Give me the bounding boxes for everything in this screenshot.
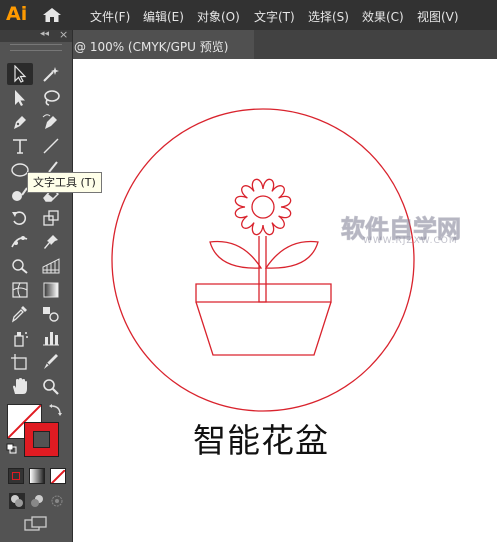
swap-fill-stroke-icon[interactable]	[48, 404, 64, 418]
gradient-tool[interactable]	[38, 279, 64, 301]
hand-tool[interactable]	[7, 375, 33, 397]
magic-wand-tool[interactable]	[38, 63, 64, 85]
menu-view[interactable]: 视图(V)	[417, 8, 459, 25]
artwork-strokes	[111, 108, 415, 412]
pot-body	[195, 301, 332, 356]
document-tab[interactable]: @ 100% (CMYK/GPU 预览)	[72, 30, 254, 59]
curvature-pen-icon	[42, 114, 57, 129]
menu-select[interactable]: 选择(S)	[308, 8, 349, 25]
scale-tool[interactable]	[38, 207, 64, 229]
screen-mode-icon[interactable]	[24, 516, 48, 532]
panel-grip[interactable]	[10, 44, 62, 51]
artboard-icon	[11, 354, 27, 370]
rotate-icon	[12, 211, 27, 225]
symbol-sprayer-tool[interactable]	[7, 327, 33, 349]
zoom-tool[interactable]	[38, 375, 64, 397]
eyedropper-icon	[11, 306, 27, 323]
slice-knife-icon	[44, 354, 58, 369]
direct-selection-tool[interactable]	[7, 87, 33, 109]
puppet-warp-tool[interactable]	[7, 231, 33, 253]
menu-object[interactable]: 对象(O)	[197, 8, 240, 25]
watermark-url: WWW.RJZXW.COM	[363, 236, 458, 246]
slice-tool[interactable]	[38, 351, 64, 373]
artboard-canvas[interactable]: 软件自学网 WWW.RJZXW.COM	[73, 59, 497, 542]
lasso-tool[interactable]	[38, 87, 64, 109]
flower-stem	[258, 236, 267, 303]
curvature-tool[interactable]	[38, 111, 64, 133]
flower-pot-illustration[interactable]	[73, 59, 497, 542]
artwork-title-text[interactable]: 智能花盆	[193, 414, 329, 462]
draw-normal-icon[interactable]	[9, 493, 25, 509]
gradient-mode-button[interactable]	[29, 468, 45, 484]
menu-effect[interactable]: 效果(C)	[362, 8, 404, 25]
symbol-sprayer-icon	[14, 332, 28, 347]
menu-bar: Ai 文件(F) 编辑(E) 对象(O) 文字(T) 选择(S) 效果(C) 视…	[0, 0, 497, 30]
selection-tool[interactable]	[7, 63, 33, 85]
line-segment-icon	[43, 138, 59, 154]
mesh-tool[interactable]	[7, 279, 33, 301]
menu-edit[interactable]: 编辑(E)	[143, 8, 184, 25]
column-graph-tool[interactable]	[38, 327, 64, 349]
app-logo: Ai	[6, 3, 28, 25]
pin-icon	[44, 235, 58, 249]
free-transform-tool[interactable]	[38, 231, 64, 253]
line-segment-tool[interactable]	[38, 135, 64, 157]
home-icon[interactable]	[42, 7, 62, 23]
lasso-icon	[44, 90, 60, 106]
type-t-icon	[13, 139, 27, 154]
flower-center	[251, 195, 275, 219]
perspective-grid-tool[interactable]	[38, 255, 64, 277]
collapse-panel-icon[interactable]: ◂◂	[40, 29, 49, 39]
tools-panel-header: ◂◂ ×	[0, 28, 72, 42]
column-graph-icon	[43, 332, 59, 346]
draw-modes	[7, 492, 65, 510]
perspective-grid-icon	[42, 258, 60, 274]
artboard-tool[interactable]	[7, 351, 33, 373]
magic-wand-icon	[43, 67, 59, 82]
flower-petals	[234, 178, 292, 236]
draw-behind-icon[interactable]	[29, 493, 45, 509]
eyedropper-tool[interactable]	[7, 303, 33, 325]
left-leaf	[209, 240, 263, 269]
pen-icon	[14, 116, 26, 129]
menu-file[interactable]: 文件(F)	[90, 8, 130, 25]
color-mode-button[interactable]	[8, 468, 24, 484]
close-panel-icon[interactable]: ×	[59, 28, 68, 41]
mesh-icon	[12, 282, 28, 298]
stroke-swatch[interactable]	[24, 422, 59, 457]
shape-builder-icon	[12, 259, 28, 274]
menu-type[interactable]: 文字(T)	[254, 8, 295, 25]
document-tab-bar: @ 100% (CMYK/GPU 预览)	[72, 30, 497, 59]
scale-icon	[43, 210, 59, 226]
gradient-icon	[43, 282, 59, 298]
none-mode-button[interactable]	[50, 468, 66, 484]
puppet-warp-icon	[11, 236, 28, 248]
outer-circle	[111, 108, 415, 412]
draw-inside-icon[interactable]	[49, 493, 65, 509]
direct-selection-icon	[15, 90, 25, 106]
selection-arrow-icon	[14, 65, 27, 83]
rotate-tool[interactable]	[7, 207, 33, 229]
zoom-magnifier-icon	[43, 379, 59, 395]
default-colors-icon[interactable]	[6, 443, 18, 455]
document-tab-title: @ 100% (CMYK/GPU 预览)	[74, 40, 229, 54]
pen-tool[interactable]	[7, 111, 33, 133]
hand-icon	[13, 378, 27, 394]
blend-tool[interactable]	[38, 303, 64, 325]
pot-rim	[195, 283, 332, 303]
blend-icon	[43, 307, 59, 322]
type-tool[interactable]	[7, 135, 33, 157]
tool-tooltip: 文字工具 (T)	[27, 172, 102, 193]
none-slash-icon	[51, 469, 65, 483]
right-leaf	[264, 240, 319, 269]
tools-panel: ◂◂ ×	[0, 28, 73, 542]
shape-builder-tool[interactable]	[7, 255, 33, 277]
